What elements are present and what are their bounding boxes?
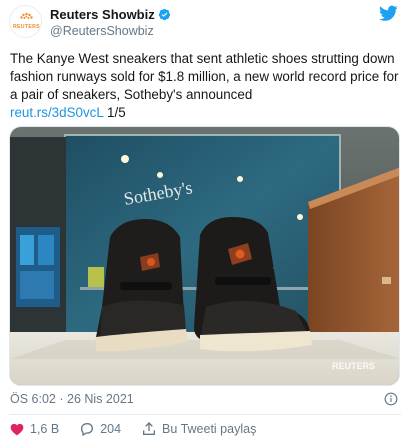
verified-badge-icon bbox=[158, 8, 170, 21]
display-name[interactable]: Reuters Showbiz bbox=[50, 7, 155, 22]
tweet-header: REUTERS Reuters Showbiz @ReutersShowbiz bbox=[9, 5, 401, 39]
tweet-body: The Kanye West sneakers that sent athlet… bbox=[10, 51, 399, 102]
tweet-date: 26 Nis 2021 bbox=[67, 392, 134, 406]
share-button[interactable]: Bu Tweeti paylaş bbox=[141, 421, 256, 437]
reply-button[interactable]: 204 bbox=[79, 421, 121, 437]
share-label: Bu Tweeti paylaş bbox=[162, 422, 257, 436]
reply-bubble-icon bbox=[81, 423, 94, 437]
handle[interactable]: @ReutersShowbiz bbox=[50, 24, 154, 38]
tweet-link[interactable]: reut.rs/3dS0vcL bbox=[10, 105, 103, 120]
heart-icon bbox=[10, 423, 24, 436]
tweet-card[interactable]: REUTERS Reuters Showbiz @ReutersShowbiz … bbox=[0, 0, 409, 442]
reuters-watermark: REUTERS bbox=[332, 361, 375, 371]
thread-counter: 1/5 bbox=[107, 105, 126, 120]
reply-count: 204 bbox=[100, 422, 122, 436]
meta-separator: · bbox=[59, 392, 64, 406]
info-icon[interactable] bbox=[384, 392, 398, 406]
tweet-timestamp[interactable]: ÖS 6:02 · 26 Nis 2021 bbox=[10, 392, 134, 406]
twitter-bird-icon[interactable] bbox=[379, 5, 398, 22]
like-button[interactable]: 1,6 B bbox=[9, 421, 59, 437]
divider bbox=[9, 414, 401, 415]
avatar[interactable]: REUTERS bbox=[9, 5, 42, 38]
tweet-actions: 1,6 B 204 Bu Tweeti paylaş bbox=[9, 420, 276, 438]
sneakers-photo-image: Sotheby's REUTERS bbox=[10, 127, 399, 385]
like-count: 1,6 B bbox=[30, 422, 60, 436]
name-row: Reuters Showbiz bbox=[50, 7, 171, 22]
tweet-photo[interactable]: Sotheby's REUTERS bbox=[9, 126, 400, 386]
tweet-time: ÖS 6:02 bbox=[10, 392, 56, 406]
share-icon bbox=[143, 422, 156, 435]
tweet-text: The Kanye West sneakers that sent athlet… bbox=[10, 50, 402, 122]
reuters-logo-icon bbox=[10, 6, 41, 37]
avatar-text: REUTERS bbox=[13, 24, 40, 30]
